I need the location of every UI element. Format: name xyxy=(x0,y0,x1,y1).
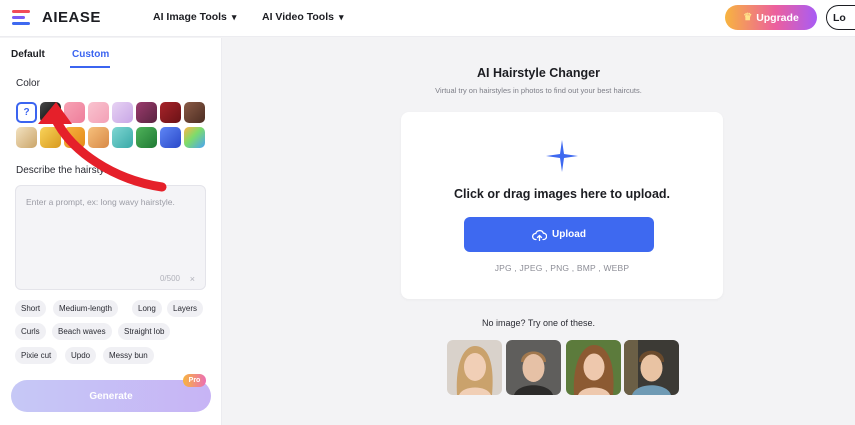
chip-updo[interactable]: Updo xyxy=(65,347,97,364)
nav-ai-video-tools[interactable]: AI Video Tools ▾ xyxy=(262,11,343,23)
upload-button[interactable]: Upload xyxy=(464,217,654,252)
chevron-down-icon: ▾ xyxy=(231,11,237,22)
sample-image-1[interactable] xyxy=(447,340,502,395)
chip-curls[interactable]: Curls xyxy=(15,323,46,340)
login-button[interactable]: Lo xyxy=(826,5,855,30)
clear-icon[interactable]: × xyxy=(190,274,195,284)
swatch-copper[interactable] xyxy=(88,127,109,148)
chip-straight-lob[interactable]: Straight lob xyxy=(118,323,171,340)
sparkle-plus-icon xyxy=(546,140,578,172)
chip-beach-waves[interactable]: Beach waves xyxy=(52,323,112,340)
swatch-gold[interactable] xyxy=(40,127,61,148)
swatch-brown[interactable] xyxy=(184,102,205,123)
swatch-light-pink[interactable] xyxy=(88,102,109,123)
supported-formats: JPG , JPEG , PNG , BMP , WEBP xyxy=(494,263,630,273)
chip-medium-length[interactable]: Medium-length xyxy=(53,300,118,317)
chip-short[interactable]: Short xyxy=(15,300,47,317)
sample-image-3[interactable] xyxy=(566,340,621,395)
nav-ai-image-tools[interactable]: AI Image Tools ▾ xyxy=(153,11,236,23)
nav-ai-image-tools-label: AI Image Tools xyxy=(153,11,227,23)
generate-button[interactable]: Generate xyxy=(11,380,211,412)
upload-instructions: Click or drag images here to upload. xyxy=(453,187,671,201)
login-label: Lo xyxy=(833,11,846,24)
swatch-red[interactable] xyxy=(160,102,181,123)
swatch-green[interactable] xyxy=(136,127,157,148)
chip-pixie-cut[interactable]: Pixie cut xyxy=(15,347,58,364)
chip-layers[interactable]: Layers xyxy=(167,300,204,317)
crown-icon: ♛ xyxy=(743,12,753,23)
upgrade-button[interactable]: ♛ Upgrade xyxy=(725,5,817,30)
brand-name: AIEASE xyxy=(42,8,101,26)
chip-messy-bun[interactable]: Messy bun xyxy=(103,347,154,364)
upload-button-label: Upload xyxy=(552,229,586,240)
sample-image-4[interactable] xyxy=(624,340,679,395)
swatch-black[interactable] xyxy=(40,102,61,123)
page-subtitle: Virtual try on hairstyles in photos to f… xyxy=(435,86,642,95)
swatch-blue[interactable] xyxy=(160,127,181,148)
upload-dropzone[interactable]: Click or drag images here to upload. Upl… xyxy=(401,112,723,299)
swatch-unknown[interactable]: ? xyxy=(16,102,37,123)
swatch-teal[interactable] xyxy=(112,127,133,148)
prompt-char-counter: 0/500 xyxy=(159,274,180,283)
tab-default[interactable]: Default xyxy=(11,49,45,60)
describe-hairstyle-label: Describe the hairstyle xyxy=(16,165,113,176)
page-title: AI Hairstyle Changer xyxy=(477,66,600,80)
swatch-champagne[interactable] xyxy=(16,127,37,148)
cloud-upload-icon xyxy=(532,229,548,241)
active-tab-indicator xyxy=(70,66,110,68)
nav-ai-video-tools-label: AI Video Tools xyxy=(262,11,334,23)
swatch-orange[interactable] xyxy=(64,127,85,148)
brand-logo[interactable]: AIEASE xyxy=(12,8,101,26)
swatch-pink[interactable] xyxy=(64,102,85,123)
prompt-textarea[interactable]: Enter a prompt, ex: long wavy hairstyle.… xyxy=(15,185,206,290)
tab-custom[interactable]: Custom xyxy=(72,49,109,60)
pro-badge: Pro xyxy=(183,374,206,387)
swatch-plum[interactable] xyxy=(136,102,157,123)
sample-images-prompt: No image? Try one of these. xyxy=(481,318,596,328)
settings-sidebar: Default Custom Color ? Describe the hair… xyxy=(0,38,222,425)
sample-image-2[interactable] xyxy=(506,340,561,395)
upgrade-label: Upgrade xyxy=(756,11,799,24)
chip-long[interactable]: Long xyxy=(132,300,162,317)
chevron-down-icon: ▾ xyxy=(338,11,344,22)
color-section-label: Color xyxy=(16,78,40,89)
swatch-rainbow[interactable] xyxy=(184,127,205,148)
swatch-lavender[interactable] xyxy=(112,102,133,123)
aiease-logo-icon xyxy=(12,8,36,26)
prompt-placeholder: Enter a prompt, ex: long wavy hairstyle. xyxy=(26,197,175,207)
top-header: AIEASE AI Image Tools ▾ AI Video Tools ▾… xyxy=(0,0,855,37)
